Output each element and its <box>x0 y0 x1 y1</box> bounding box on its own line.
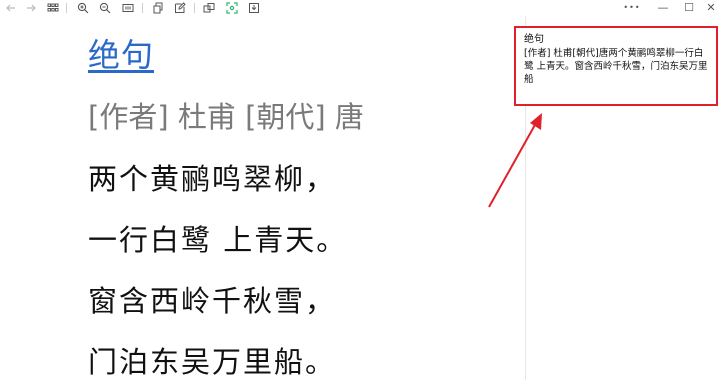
toolbar-divider <box>142 3 143 13</box>
copy-icon[interactable] <box>151 1 165 15</box>
edit-icon[interactable] <box>173 1 187 15</box>
note-title: 绝句 <box>524 34 544 45</box>
document-view: 绝句 [作者] 杜甫 [朝代] 唐 两个黄鹂鸣翠柳， 一行白鹭 上青天。 窗含西… <box>0 16 526 380</box>
save-icon[interactable] <box>247 1 261 15</box>
zoom-in-icon[interactable] <box>76 1 90 15</box>
fit-page-icon[interactable] <box>121 1 135 15</box>
extracted-text-box: 绝句 [作者] 杜甫[朝代]唐两个黄鹂鸣翠柳一行白鹭 上青天。窗含西岭千秋雪，门… <box>514 26 718 106</box>
minimize-icon[interactable]: — <box>656 1 670 15</box>
back-arrow-icon[interactable] <box>4 1 18 15</box>
close-icon[interactable]: ✕ <box>704 1 718 15</box>
duplicate-icon[interactable] <box>202 1 216 15</box>
forward-arrow-icon[interactable] <box>24 1 38 15</box>
arrow-head <box>530 113 542 130</box>
toolbar-divider <box>194 3 195 13</box>
more-menu-icon[interactable]: ••• <box>623 1 640 15</box>
poem-line: 门泊东吴万里船。 <box>88 345 337 379</box>
maximize-icon[interactable]: ☐ <box>682 1 696 15</box>
grid-icon[interactable] <box>46 1 60 15</box>
poem-title-link[interactable]: 绝句 <box>88 30 154 76</box>
poem-line: 窗含西岭千秋雪， <box>88 284 337 318</box>
poem-line: 两个黄鹂鸣翠柳， <box>88 162 337 196</box>
toolbar: ••• — ☐ ✕ <box>0 0 720 16</box>
poem-line: 一行白鹭 上青天。 <box>88 223 348 257</box>
note-body: [作者] 杜甫[朝代]唐两个黄鹂鸣翠柳一行白鹭 上青天。窗含西岭千秋雪，门泊东吴… <box>524 48 708 85</box>
toolbar-divider <box>66 3 67 13</box>
scan-icon[interactable] <box>225 1 239 15</box>
poem-meta: [作者] 杜甫 [朝代] 唐 <box>88 100 364 134</box>
zoom-out-icon[interactable] <box>98 1 112 15</box>
